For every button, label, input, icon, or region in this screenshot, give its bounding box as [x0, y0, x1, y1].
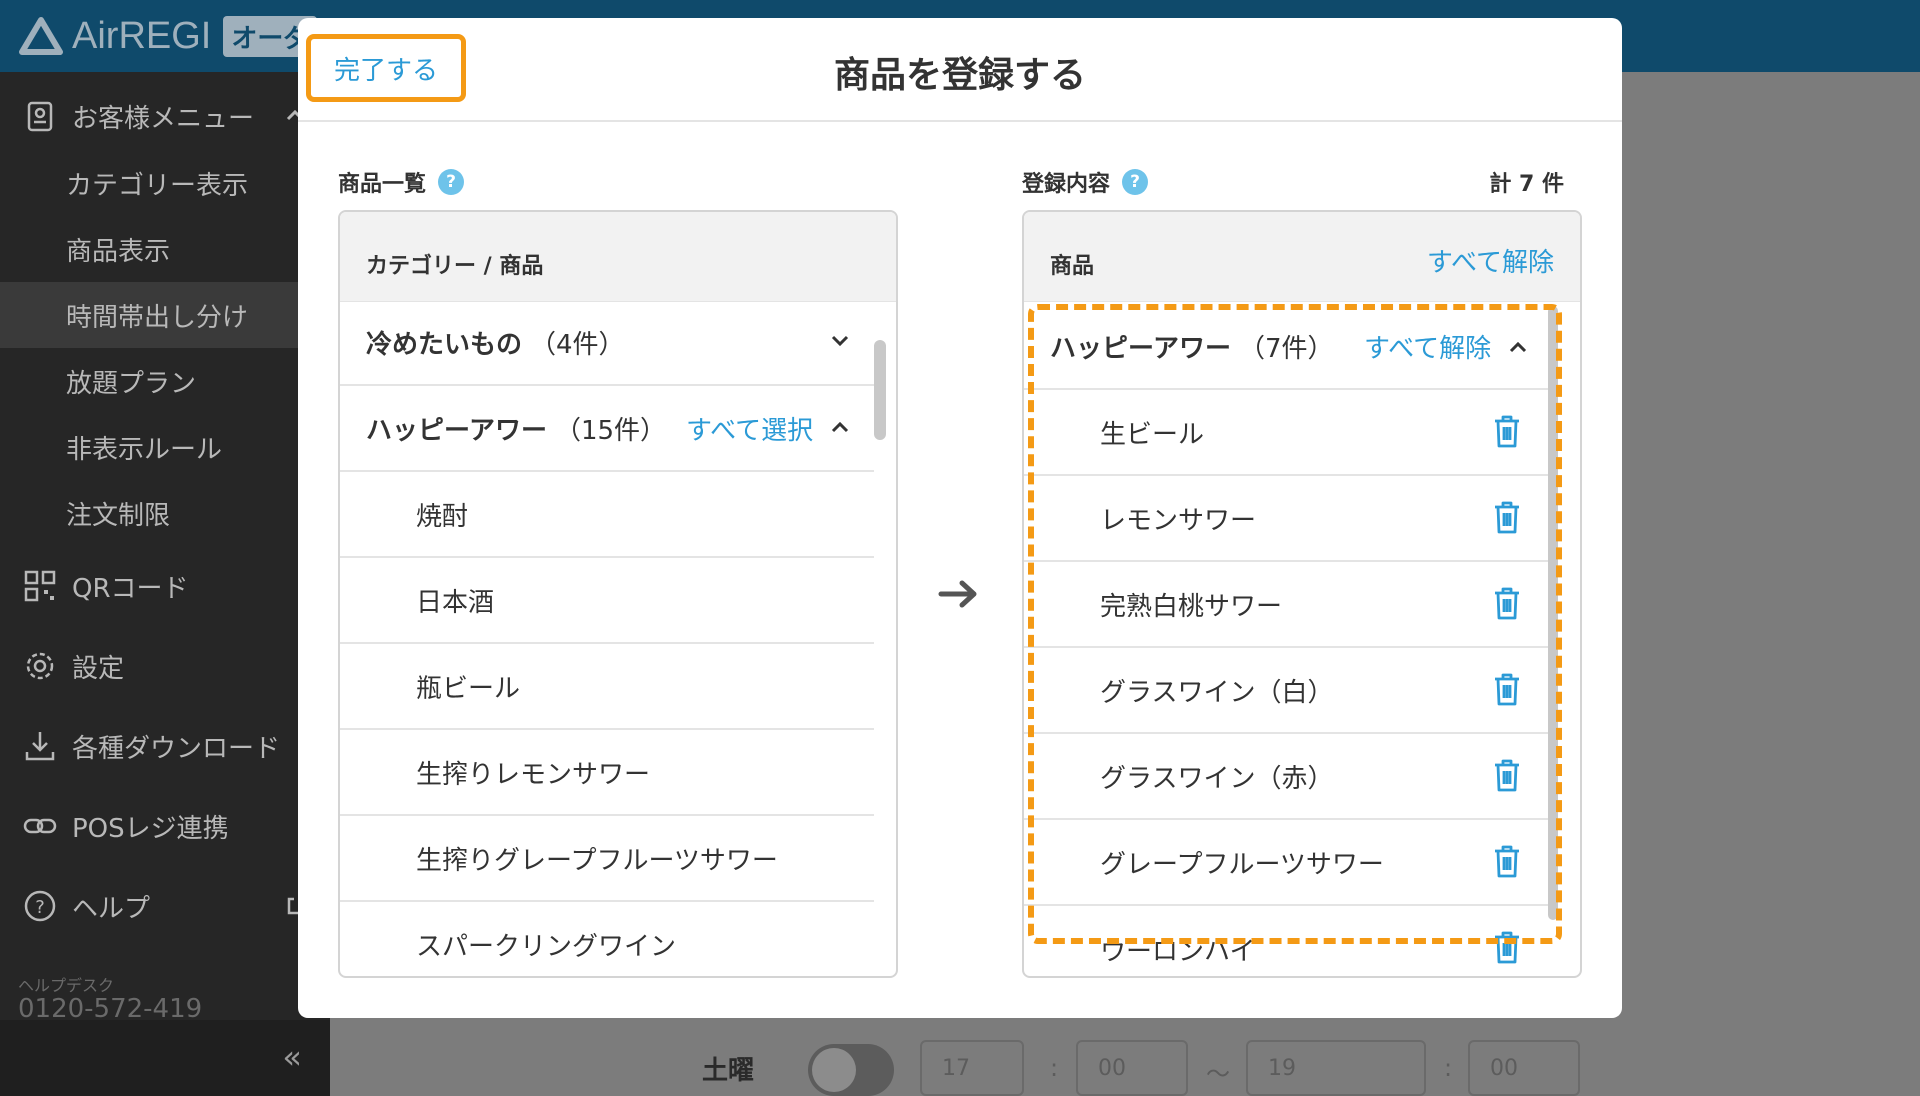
sidebar-sub-all-you-can-plan[interactable]: 放題プラン	[0, 348, 330, 414]
registered-item-row: グレープフルーツサワー	[1024, 820, 1548, 906]
svg-text:?: ?	[35, 897, 45, 918]
end-hour-select[interactable]: 19	[1246, 1040, 1426, 1096]
product-row[interactable]: スパークリングワイン	[340, 902, 874, 976]
time-colon: :	[1050, 1054, 1059, 1082]
sidebar-item-label: QRコード	[72, 573, 189, 604]
start-hour-select[interactable]: 17	[920, 1040, 1024, 1096]
trash-icon[interactable]	[1492, 414, 1522, 450]
helpdesk-label: ヘルプデスク	[18, 976, 115, 995]
help-circle-icon: ?	[24, 890, 56, 922]
time-colon: :	[1444, 1054, 1453, 1082]
sidebar-item-qr[interactable]: QRコード	[0, 554, 330, 618]
trash-icon[interactable]	[1492, 930, 1522, 966]
chevron-up-icon[interactable]	[1508, 340, 1528, 354]
sidebar-sub-product-display[interactable]: 商品表示	[0, 216, 330, 282]
link-icon	[23, 818, 57, 834]
column-header: カテゴリー / 商品	[366, 254, 544, 279]
help-icon[interactable]: ?	[438, 169, 465, 195]
arrow-right-icon	[938, 580, 977, 608]
trash-icon[interactable]	[1492, 758, 1522, 794]
product-row[interactable]: 瓶ビール	[340, 644, 874, 730]
time-tilde: 〜	[1206, 1060, 1230, 1088]
sidebar-item-label: POSレジ連携	[72, 813, 229, 844]
sidebar-sub-category-display[interactable]: カテゴリー表示	[0, 150, 330, 216]
help-icon[interactable]: ?	[1122, 169, 1149, 195]
product-row[interactable]: 生搾りグレープフルーツサワー	[340, 816, 874, 902]
gear-icon	[26, 652, 54, 680]
sidebar-item-label: 各種ダウンロード	[72, 733, 281, 764]
chevron-up-icon[interactable]	[830, 420, 850, 434]
modal-title: 商品を登録する	[833, 55, 1086, 96]
end-minute-select[interactable]: 00	[1468, 1040, 1580, 1096]
sidebar-item-settings[interactable]: 設定	[0, 634, 330, 698]
registered-header: 商品 すべて解除	[1024, 212, 1580, 302]
registered-item-row: グラスワイン（白）	[1024, 648, 1548, 734]
clear-all-link[interactable]: すべて解除	[1427, 242, 1554, 279]
registered-item-row: グラスワイン（赤）	[1024, 734, 1548, 820]
select-all-link[interactable]: すべて選択	[686, 410, 813, 447]
category-row[interactable]: ハッピーアワー （15件） すべて選択	[340, 386, 874, 472]
sidebar-item-customer-menu[interactable]: お客様メニュー	[0, 84, 330, 148]
modal-header: 完了する 商品を登録する	[298, 18, 1622, 122]
trash-icon[interactable]	[1492, 844, 1522, 880]
sidebar-item-download[interactable]: 各種ダウンロード	[0, 714, 330, 778]
register-products-modal: 完了する 商品を登録する 商品一覧 ? カテゴリー / 商品 冷めたいもの （4…	[298, 18, 1622, 1018]
category-count: （4件）	[530, 329, 625, 360]
sidebar-item-label: ヘルプ	[72, 893, 151, 924]
chevron-down-icon[interactable]	[830, 334, 850, 348]
registered-content-label: 登録内容 ?	[1022, 166, 1149, 198]
sidebar-item-label: 設定	[72, 653, 125, 684]
scrollbar[interactable]	[1548, 306, 1558, 920]
sidebar-item-help[interactable]: ? ヘルプ	[0, 874, 330, 938]
registered-item-row: レモンサワー	[1024, 476, 1548, 562]
column-header: 商品	[1050, 254, 1095, 279]
logo-text: AirREGI	[72, 14, 212, 57]
registered-panel: 商品 すべて解除 ハッピーアワー （7件） すべて解除 生ビール レモンサワー …	[1022, 210, 1582, 978]
sidebar-sub-hide-rule[interactable]: 非表示ルール	[0, 414, 330, 480]
sidebar-item-pos[interactable]: POSレジ連携	[0, 794, 330, 858]
registered-item-row: ウーロンハイ	[1024, 906, 1548, 976]
registered-group-row[interactable]: ハッピーアワー （7件） すべて解除	[1024, 304, 1548, 390]
app-logo: AirREGI オーダ	[18, 14, 318, 58]
menu-book-icon	[27, 101, 53, 132]
sidebar-collapse-button[interactable]: «	[0, 1020, 330, 1096]
trash-icon[interactable]	[1492, 500, 1522, 536]
product-list-panel: カテゴリー / 商品 冷めたいもの （4件） ハッピーアワー （15件） すべて…	[338, 210, 898, 978]
sidebar: お客様メニュー カテゴリー表示 商品表示 時間帯出し分け 放題プラン 非表示ルー…	[0, 72, 330, 1096]
group-clear-all-link[interactable]: すべて解除	[1364, 328, 1491, 365]
scrollbar[interactable]	[874, 340, 886, 440]
product-row[interactable]: 日本酒	[340, 558, 874, 644]
product-list-header: カテゴリー / 商品	[340, 212, 896, 302]
registered-item-row: 生ビール	[1024, 390, 1548, 476]
product-list-label: 商品一覧 ?	[338, 166, 465, 198]
product-row[interactable]: 焼酎	[340, 472, 874, 558]
registered-item-row: 完熟白桃サワー	[1024, 562, 1548, 648]
category-count: （15件）	[554, 415, 667, 446]
start-minute-select[interactable]: 00	[1076, 1040, 1188, 1096]
airregi-logo-icon	[19, 17, 63, 55]
sidebar-sub-order-limit[interactable]: 注文制限	[0, 480, 330, 546]
total-count: 計 7 件	[1489, 172, 1564, 197]
collapse-icon: «	[282, 1038, 302, 1076]
trash-icon[interactable]	[1492, 672, 1522, 708]
product-row[interactable]: 生搾りレモンサワー	[340, 730, 874, 816]
download-icon	[25, 732, 55, 761]
sidebar-item-label: お客様メニュー	[72, 103, 255, 134]
qr-code-icon	[24, 570, 56, 602]
day-toggle[interactable]	[808, 1044, 894, 1096]
trash-icon[interactable]	[1492, 586, 1522, 622]
group-count: （7件）	[1238, 333, 1334, 364]
sidebar-sub-time-split[interactable]: 時間帯出し分け	[0, 282, 330, 348]
category-row[interactable]: 冷めたいもの （4件）	[340, 300, 874, 386]
day-label: 土曜	[702, 1056, 755, 1086]
